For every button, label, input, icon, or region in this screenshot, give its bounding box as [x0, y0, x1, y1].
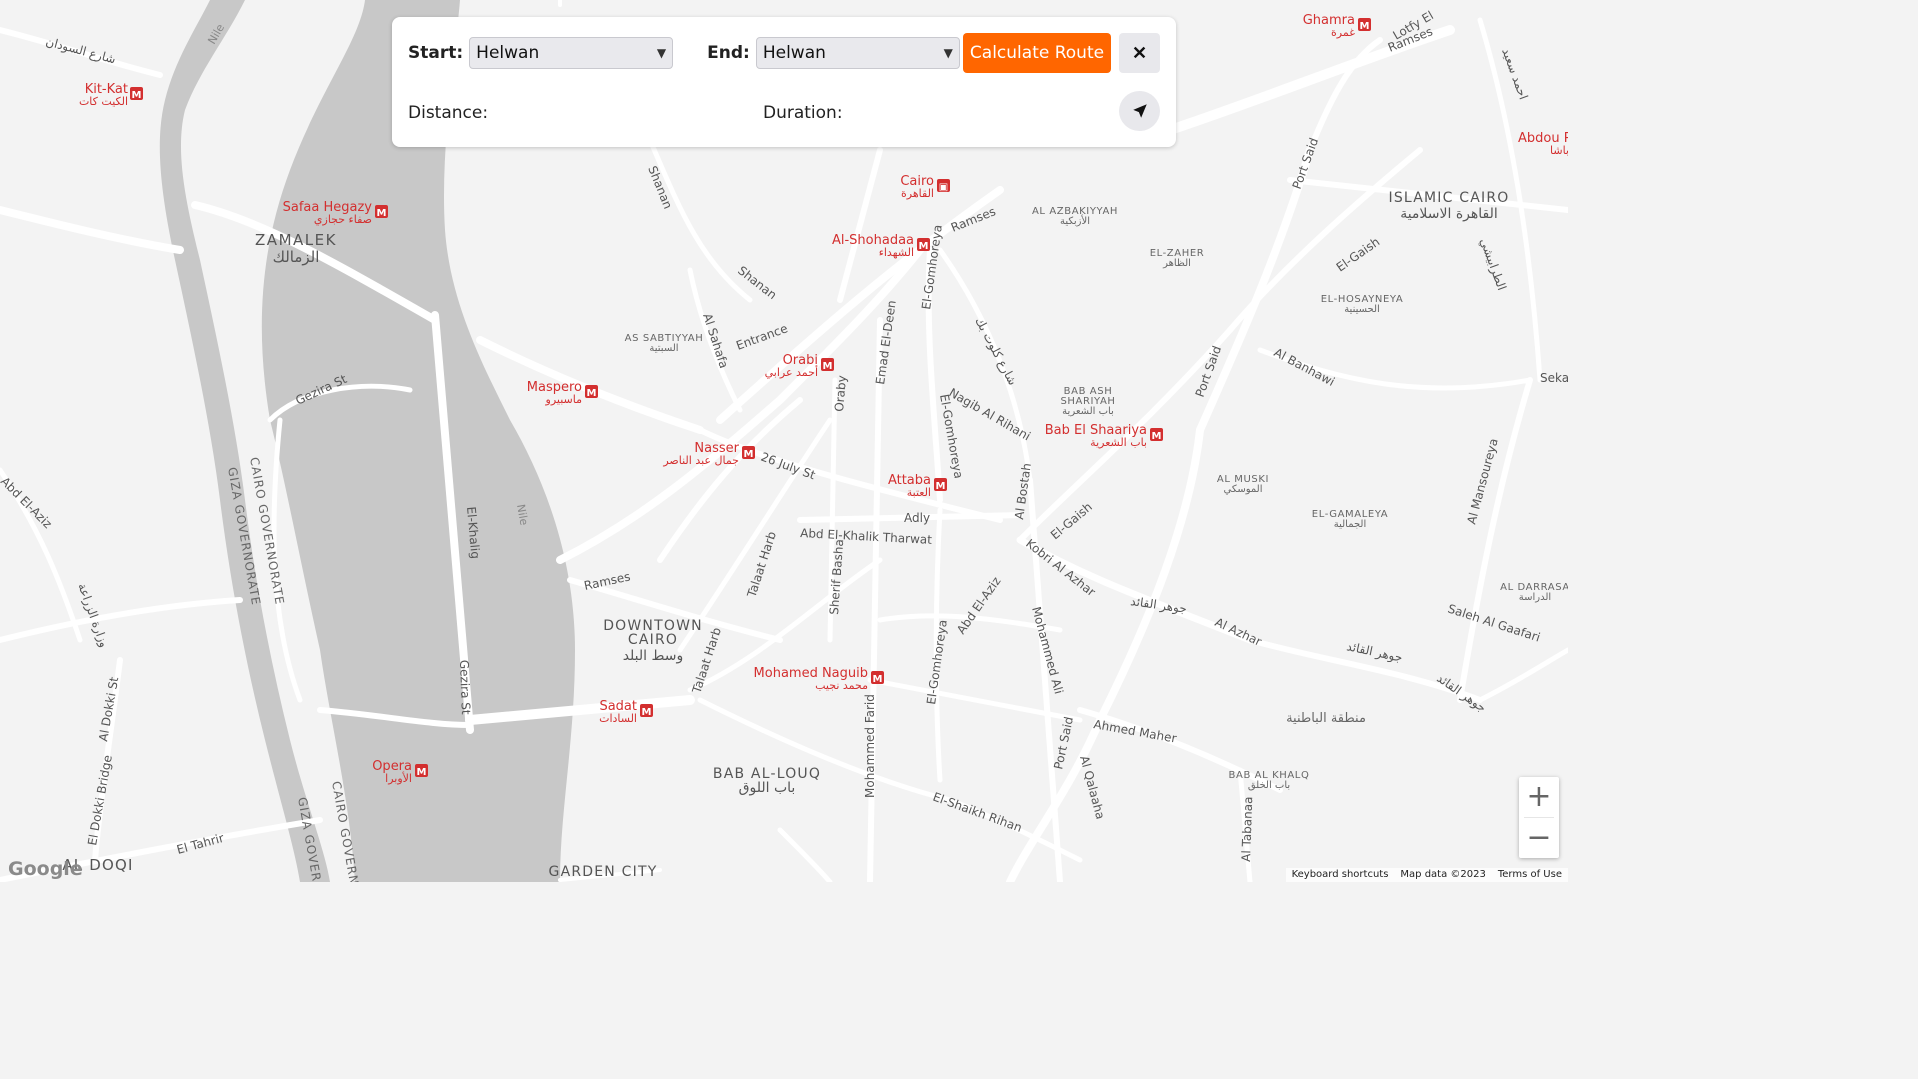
svg-text:Al Tabanaa: Al Tabanaa [1239, 796, 1255, 862]
route-inputs-row: Start: Helwan ▼ End: Helwan ▼ [408, 37, 960, 69]
station-label-ar: القاهرة [901, 187, 934, 200]
svg-text:باب الشعرية: باب الشعرية [1062, 406, 1114, 417]
station-label-ar: غمرة [1331, 26, 1355, 39]
end-label: End: [707, 43, 750, 63]
station-label-ar: السادات [599, 712, 637, 725]
svg-text:منطقة الباطنية: منطقة الباطنية [1286, 711, 1366, 726]
station-label-ar: باب الشعرية [1090, 436, 1147, 449]
station-label-ar: محمد نجيب [815, 679, 868, 692]
svg-text:M: M [1360, 21, 1370, 32]
close-button[interactable]: ✕ [1119, 33, 1160, 73]
start-select-value: Helwan [476, 43, 540, 63]
svg-text:باب الخلق: باب الخلق [1248, 780, 1290, 791]
route-panel: Start: Helwan ▼ End: Helwan ▼ Calculate … [392, 17, 1176, 147]
station-label-ar: صفاء حجازي [314, 213, 372, 226]
svg-text:الظاهر: الظاهر [1162, 258, 1191, 269]
chevron-down-icon: ▼ [943, 46, 953, 60]
keyboard-shortcuts-link[interactable]: Keyboard shortcuts [1286, 868, 1395, 882]
district-label-ar: باب اللوق [739, 780, 796, 796]
zoom-in-button[interactable]: + [1519, 777, 1559, 817]
svg-text:Adly: Adly [904, 511, 930, 525]
station-label-ar: العتبة [907, 486, 931, 499]
svg-text:M: M [417, 767, 427, 778]
map-data-credit: Map data ©2023 [1400, 869, 1486, 880]
duration-label: Duration: [763, 103, 843, 123]
chevron-down-icon: ▼ [656, 46, 667, 60]
svg-text:السبتية: السبتية [649, 343, 678, 354]
svg-text:M: M [132, 90, 142, 101]
svg-text:الجمالية: الجمالية [1334, 519, 1367, 530]
svg-text:Gezira St: Gezira St [457, 660, 473, 715]
district-label-ar: القاهرة الاسلامية [1400, 206, 1498, 222]
terms-link[interactable]: Terms of Use [1492, 868, 1568, 882]
zoom-control: + − [1519, 777, 1559, 858]
district-label-ar: وسط البلد [623, 648, 684, 664]
end-select[interactable]: Helwan ▼ [755, 37, 960, 69]
svg-text:M: M [377, 208, 387, 219]
calculate-route-button[interactable]: Calculate Route [963, 33, 1111, 73]
svg-text:Sekat: Sekat [1540, 371, 1568, 385]
svg-text:M: M [587, 388, 597, 399]
station-label-ar: عبده باشا [1550, 144, 1568, 157]
svg-text:M: M [1152, 431, 1162, 442]
svg-text:M: M [823, 361, 833, 372]
distance-readout: Distance: [408, 103, 488, 123]
station-label-ar: الكيت كات [79, 95, 128, 108]
svg-text:M: M [936, 481, 946, 492]
station-label-ar: الأوبرا [385, 771, 412, 785]
svg-text:M: M [642, 707, 652, 718]
station-label-ar: الشهداء [879, 246, 914, 259]
google-logo[interactable]: Google [8, 858, 83, 880]
station-label-ar: أحمد عرابي [765, 365, 818, 379]
svg-text:M: M [873, 674, 883, 685]
distance-label: Distance: [408, 103, 489, 123]
district-label: ISLAMIC CAIRO [1389, 190, 1510, 206]
district-label: ZAMALEK [255, 231, 337, 249]
district-label: GARDEN CITY [549, 864, 658, 880]
svg-text:الحسينية: الحسينية [1344, 304, 1380, 315]
svg-text:Mohammed Farid: Mohammed Farid [863, 694, 877, 798]
svg-text:الأزبكية: الأزبكية [1060, 214, 1090, 227]
station-label-ar: ماسبيرو [545, 393, 583, 406]
svg-text:الموسكي: الموسكي [1223, 484, 1262, 495]
start-label: Start: [408, 43, 464, 63]
close-icon: ✕ [1131, 42, 1148, 63]
district-label: CAIRO [628, 632, 678, 648]
navigation-arrow-icon [1132, 104, 1147, 118]
my-location-button[interactable] [1119, 91, 1160, 131]
map-footer: Keyboard shortcuts Map data ©2023 Terms … [1285, 868, 1568, 882]
station-label-ar: جمال عبد الناصر [662, 454, 739, 467]
zoom-out-button[interactable]: − [1519, 818, 1559, 858]
start-select[interactable]: Helwan ▼ [469, 37, 674, 69]
svg-text:▣: ▣ [939, 182, 948, 193]
end-select-value: Helwan [762, 43, 826, 63]
district-label-ar: الزمالك [273, 248, 320, 266]
duration-readout: Duration: [763, 103, 843, 123]
svg-text:M: M [744, 449, 754, 460]
svg-text:الدراسة: الدراسة [1519, 592, 1551, 603]
